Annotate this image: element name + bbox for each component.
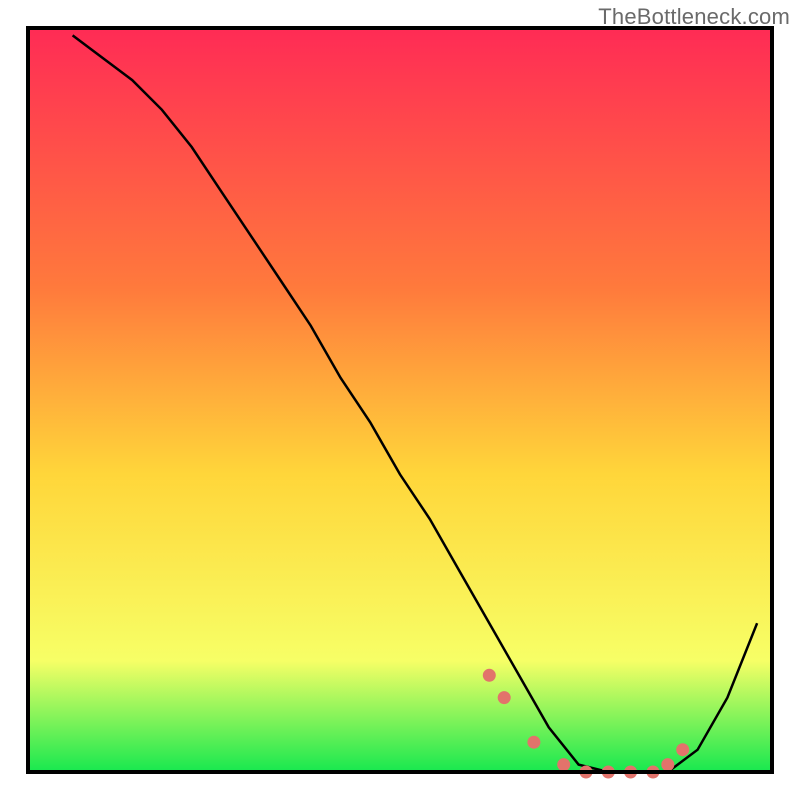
marker-point bbox=[527, 736, 540, 749]
marker-point bbox=[676, 743, 689, 756]
gradient-background bbox=[28, 28, 772, 772]
marker-point bbox=[483, 669, 496, 682]
bottleneck-chart bbox=[0, 0, 800, 800]
marker-point bbox=[498, 691, 511, 704]
marker-point bbox=[661, 758, 674, 771]
chart-stage: TheBottleneck.com bbox=[0, 0, 800, 800]
marker-point bbox=[557, 758, 570, 771]
